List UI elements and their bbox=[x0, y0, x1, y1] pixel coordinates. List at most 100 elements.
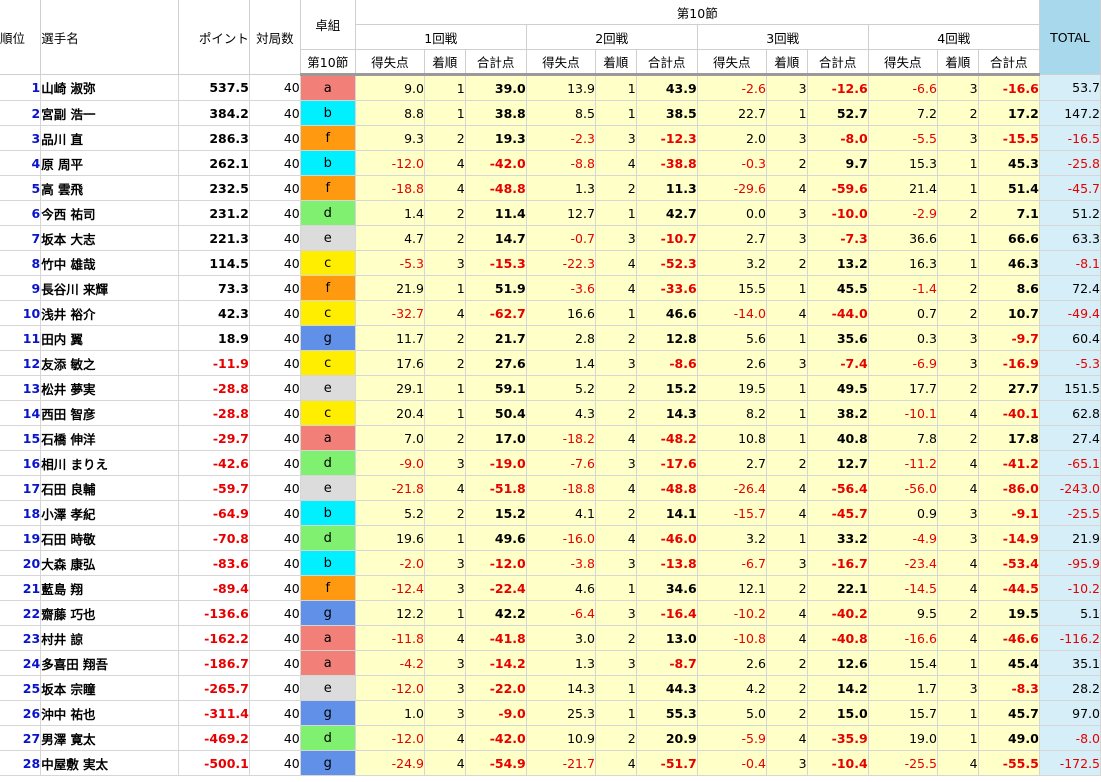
round-place: 4 bbox=[595, 250, 637, 276]
points-cell: 114.5 bbox=[178, 250, 250, 276]
round-sum: 50.4 bbox=[465, 400, 527, 426]
games-cell: 40 bbox=[249, 225, 301, 251]
header-sum: 合計点 bbox=[636, 49, 698, 76]
table-row: 18 小澤 孝紀 -64.9 40 b 5.2 2 15.2 4.1 2 14.1 -15.7 4 -45… bbox=[0, 500, 1101, 526]
total-cell: 21.9 bbox=[1039, 525, 1101, 551]
table-row: 19 石田 時敬 -70.8 40 d 19.6 1 49.6 -16.0 4 -46.0 3.2 1 3… bbox=[0, 525, 1101, 551]
round-sum: -19.0 bbox=[465, 450, 527, 476]
round-place: 1 bbox=[595, 700, 637, 726]
round-sum: 7.1 bbox=[978, 200, 1040, 226]
player-name: 多喜田 翔吾 bbox=[40, 650, 179, 676]
points-cell: -11.9 bbox=[178, 350, 250, 376]
round-score: -18.8 bbox=[355, 175, 425, 201]
round-place: 4 bbox=[766, 625, 808, 651]
round-sum: 19.5 bbox=[978, 600, 1040, 626]
points-cell: -500.1 bbox=[178, 750, 250, 776]
table-row: 15 石橋 伸洋 -29.7 40 a 7.0 2 17.0 -18.2 4 -48.2 10.8 1 4… bbox=[0, 425, 1101, 451]
round-place: 4 bbox=[937, 400, 979, 426]
round-place: 1 bbox=[766, 425, 808, 451]
round-place: 1 bbox=[424, 400, 466, 426]
round-sum: -42.0 bbox=[465, 725, 527, 751]
round-sum: 15.0 bbox=[807, 700, 869, 726]
games-cell: 40 bbox=[249, 125, 301, 151]
table-group-badge: c bbox=[300, 300, 356, 326]
round-score: -26.4 bbox=[697, 475, 767, 501]
round-place: 2 bbox=[424, 500, 466, 526]
player-name: 田内 翼 bbox=[40, 325, 179, 351]
round-sum: 19.3 bbox=[465, 125, 527, 151]
rank-cell: 18 bbox=[0, 500, 42, 526]
round-sum: -12.6 bbox=[807, 74, 869, 101]
round-score: 1.3 bbox=[526, 650, 596, 676]
round-place: 1 bbox=[937, 175, 979, 201]
round-sum: -16.6 bbox=[978, 74, 1040, 101]
total-cell: 72.4 bbox=[1039, 275, 1101, 301]
table-group-badge: g bbox=[300, 325, 356, 351]
round-sum: 52.7 bbox=[807, 100, 869, 126]
round-place: 4 bbox=[937, 450, 979, 476]
round-sum: -48.2 bbox=[636, 425, 698, 451]
header-place: 着順 bbox=[424, 49, 466, 76]
games-cell: 40 bbox=[249, 575, 301, 601]
round-sum: -42.0 bbox=[465, 150, 527, 176]
round-score: -11.8 bbox=[355, 625, 425, 651]
games-cell: 40 bbox=[249, 500, 301, 526]
points-cell: -70.8 bbox=[178, 525, 250, 551]
games-cell: 40 bbox=[249, 300, 301, 326]
rank-cell: 25 bbox=[0, 675, 42, 701]
points-cell: -469.2 bbox=[178, 725, 250, 751]
total-cell: -116.2 bbox=[1039, 625, 1101, 651]
round-score: -2.6 bbox=[697, 74, 767, 101]
table-row: 27 男澤 寛太 -469.2 40 d -12.0 4 -42.0 10.9 2 20.9 -5.9… bbox=[0, 725, 1101, 751]
table-row: 11 田内 翼 18.9 40 g 11.7 2 21.7 2.8 2 12.8 5.6 1 35.6 0.… bbox=[0, 325, 1101, 351]
round-sum: -48.8 bbox=[465, 175, 527, 201]
round-place: 4 bbox=[766, 600, 808, 626]
round-place: 2 bbox=[937, 425, 979, 451]
round-score: -8.8 bbox=[526, 150, 596, 176]
round-place: 4 bbox=[595, 525, 637, 551]
total-cell: -243.0 bbox=[1039, 475, 1101, 501]
round-sum: 10.7 bbox=[978, 300, 1040, 326]
player-name: 山崎 淑弥 bbox=[40, 74, 179, 101]
round-sum: -51.7 bbox=[636, 750, 698, 776]
round-score: 0.0 bbox=[697, 200, 767, 226]
round-place: 2 bbox=[766, 250, 808, 276]
round-score: -11.2 bbox=[868, 450, 938, 476]
round-sum: -41.2 bbox=[978, 450, 1040, 476]
points-cell: 384.2 bbox=[178, 100, 250, 126]
round-place: 4 bbox=[595, 425, 637, 451]
round-place: 4 bbox=[595, 150, 637, 176]
header-place: 着順 bbox=[766, 49, 808, 76]
round-sum: 9.7 bbox=[807, 150, 869, 176]
round-score: -10.2 bbox=[697, 600, 767, 626]
round-sum: -35.9 bbox=[807, 725, 869, 751]
round-score: -2.3 bbox=[526, 125, 596, 151]
round-sum: -7.3 bbox=[807, 225, 869, 251]
standings-table: 順位 選手名 ポイント 対局数 卓組 第10節 TOTAL 1回戦 2回戦 3回… bbox=[0, 0, 1101, 776]
round-sum: 66.6 bbox=[978, 225, 1040, 251]
table-row: 23 村井 諒 -162.2 40 a -11.8 4 -41.8 3.0 2 13.0 -10.8 4… bbox=[0, 625, 1101, 651]
table-group-badge: f bbox=[300, 575, 356, 601]
header-section-sub: 第10節 bbox=[300, 49, 356, 76]
points-cell: -28.8 bbox=[178, 375, 250, 401]
round-sum: 14.2 bbox=[807, 675, 869, 701]
total-cell: 151.5 bbox=[1039, 375, 1101, 401]
round-sum: -51.8 bbox=[465, 475, 527, 501]
round-sum: -44.5 bbox=[978, 575, 1040, 601]
round-place: 4 bbox=[937, 575, 979, 601]
round-score: 36.6 bbox=[868, 225, 938, 251]
round-place: 3 bbox=[424, 675, 466, 701]
round-sum: -62.7 bbox=[465, 300, 527, 326]
round-sum: 55.3 bbox=[636, 700, 698, 726]
round-sum: 33.2 bbox=[807, 525, 869, 551]
round-sum: -12.3 bbox=[636, 125, 698, 151]
round-sum: 15.2 bbox=[636, 375, 698, 401]
total-cell: 5.1 bbox=[1039, 600, 1101, 626]
round-sum: 12.7 bbox=[807, 450, 869, 476]
round-sum: -22.4 bbox=[465, 575, 527, 601]
games-cell: 40 bbox=[249, 675, 301, 701]
round-score: 3.0 bbox=[526, 625, 596, 651]
round-place: 2 bbox=[937, 375, 979, 401]
table-row: 8 竹中 雄哉 114.5 40 c -5.3 3 -15.3 -22.3 4 -52.3 3.2 2 1… bbox=[0, 250, 1101, 276]
round-sum: 38.8 bbox=[465, 100, 527, 126]
